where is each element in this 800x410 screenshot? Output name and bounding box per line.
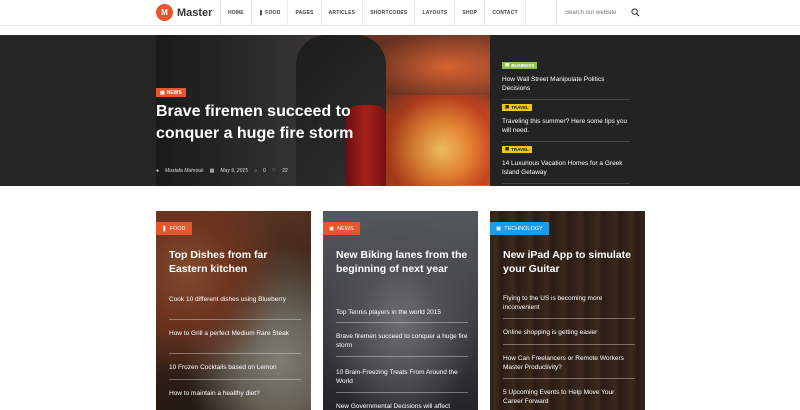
food-icon: ❚ xyxy=(258,10,264,16)
side-item[interactable]: ▣ TRAVEL 14 Luxurious Vacation Homes for … xyxy=(502,137,630,184)
category-card-technology: ▣ TECHNOLOGY New iPad App to simulate you… xyxy=(490,211,645,410)
card-category-label: TECHNOLOGY xyxy=(504,225,543,232)
card-title[interactable]: New iPad App to simulate your Guitar xyxy=(503,248,637,276)
heart-icon: ♡ xyxy=(271,168,277,174)
hero-likes[interactable]: 22 xyxy=(282,168,288,174)
site-logo[interactable]: M Master xyxy=(156,4,212,21)
search-box xyxy=(556,0,644,26)
category-card-news: ▣ NEWS New Biking lanes from the beginnin… xyxy=(323,211,478,410)
calendar-icon: ▦ xyxy=(209,168,215,174)
hero-side-list: ▣ BUSINESS How Wall Street Manipulate Pol… xyxy=(490,35,800,186)
list-item[interactable]: New Governmental Decisions will affect xyxy=(336,402,468,410)
side-title[interactable]: How Wall Street Manipulate Politics Deci… xyxy=(502,75,630,93)
news-icon: ▣ xyxy=(160,89,165,96)
travel-icon: ▣ xyxy=(505,104,510,109)
divider xyxy=(502,183,630,184)
category-card-food: ❚ FOOD Top Dishes from far Eastern kitche… xyxy=(156,211,311,410)
logo-text: Master xyxy=(177,6,213,19)
technology-icon: ▣ xyxy=(496,225,502,232)
list-item[interactable]: Cook 10 different dishes using Blueberry xyxy=(169,295,301,304)
side-item[interactable]: ▣ TRAVEL Traveling this summer? Here some… xyxy=(502,95,630,142)
card-title[interactable]: Top Dishes from far Eastern kitchen xyxy=(169,248,303,276)
list-item[interactable]: Top Tennis players in the world 2015 xyxy=(336,308,468,317)
side-category-badge[interactable]: ▣ TRAVEL xyxy=(502,103,532,111)
list-item[interactable]: How to Grill a perfect Medium Rare Steak xyxy=(169,329,301,338)
nav-item-articles[interactable]: ARTICLES xyxy=(320,0,363,26)
list-item[interactable]: Brave firemen succeed to conquer a huge … xyxy=(336,332,468,350)
logo-mark: M xyxy=(156,4,173,21)
side-item[interactable]: ▣ BUSINESS How Wall Street Manipulate Pol… xyxy=(502,53,630,100)
hero-meta: ● Mostafa Mahrouk ▦ May 9, 2015 ○ 0 ♡ 22 xyxy=(156,168,288,174)
side-category-label: BUSINESS xyxy=(511,62,535,68)
divider xyxy=(336,392,468,393)
divider xyxy=(169,379,301,380)
card-category-label: NEWS xyxy=(337,225,354,232)
travel-icon: ▣ xyxy=(505,146,510,151)
top-bar: M Master HOME ❚ FOOD PAGES ARTICLES SHORT… xyxy=(0,0,800,26)
nav-item-home[interactable]: HOME xyxy=(220,0,251,26)
hero-category-label: NEWS xyxy=(166,89,182,96)
hero-category-badge[interactable]: ▣ NEWS xyxy=(156,88,186,97)
card-category-badge[interactable]: ▣ TECHNOLOGY xyxy=(490,222,549,235)
list-item[interactable]: Online shopping is getting easier xyxy=(503,328,635,337)
nav-item-food-label: FOOD xyxy=(265,10,281,16)
divider xyxy=(336,322,468,323)
search-icon[interactable] xyxy=(631,8,640,17)
nav-item-pages[interactable]: PAGES xyxy=(287,0,320,26)
divider xyxy=(503,344,635,345)
divider xyxy=(336,356,468,357)
business-icon: ▣ xyxy=(505,62,510,67)
side-title[interactable]: Traveling this summer? Here some tips yo… xyxy=(502,117,630,135)
side-category-badge[interactable]: ▣ TRAVEL xyxy=(502,145,532,153)
nav-item-layouts[interactable]: LAYOUTS xyxy=(414,0,454,26)
side-category-label: TRAVEL xyxy=(511,146,529,152)
card-title[interactable]: New Biking lanes from the beginning of n… xyxy=(336,248,470,276)
divider xyxy=(169,353,301,354)
side-title[interactable]: 14 Luxurious Vacation Homes for a Greek … xyxy=(502,159,630,177)
hero-section: ▣ NEWS Brave firemen succeed to conquer a… xyxy=(0,35,800,186)
divider xyxy=(503,378,635,379)
card-category-badge[interactable]: ▣ NEWS xyxy=(323,222,360,235)
main-nav: HOME ❚ FOOD PAGES ARTICLES SHORTCODES LAY… xyxy=(220,0,526,26)
divider xyxy=(169,319,301,320)
nav-item-shop[interactable]: SHOP xyxy=(454,0,484,26)
hero-comments[interactable]: 0 xyxy=(263,168,266,174)
divider xyxy=(503,318,635,319)
list-item[interactable]: 5 Upcoming Events to Help Move Your Care… xyxy=(503,388,635,406)
list-item[interactable]: How Can Freelancers or Remote Workers Ma… xyxy=(503,354,635,372)
nav-item-shortcodes[interactable]: SHORTCODES xyxy=(362,0,414,26)
food-icon: ❚ xyxy=(162,225,167,232)
list-item[interactable]: 10 Brain-Freezing Treats From Around the… xyxy=(336,368,468,386)
search-input[interactable] xyxy=(565,10,627,16)
hero-author[interactable]: Mostafa Mahrouk xyxy=(165,168,204,174)
list-item[interactable]: How to maintain a healthy diet? xyxy=(169,389,301,398)
list-item[interactable]: 10 Frozen Cocktails based on Lemon xyxy=(169,363,301,372)
card-category-label: FOOD xyxy=(169,225,186,232)
nav-item-contact[interactable]: CONTACT xyxy=(484,0,526,26)
nav-item-food[interactable]: ❚ FOOD xyxy=(250,0,288,26)
side-category-label: TRAVEL xyxy=(511,104,529,110)
hero-date: May 9, 2015 xyxy=(220,168,248,174)
card-category-badge[interactable]: ❚ FOOD xyxy=(156,222,192,235)
news-icon: ▣ xyxy=(329,225,335,232)
list-item[interactable]: Flying to the US is becoming more inconv… xyxy=(503,294,635,312)
author-icon: ● xyxy=(156,168,160,174)
side-category-badge[interactable]: ▣ BUSINESS xyxy=(502,61,538,69)
comment-icon: ○ xyxy=(253,168,257,174)
hero-title[interactable]: Brave firemen succeed to conquer a huge … xyxy=(156,101,356,145)
